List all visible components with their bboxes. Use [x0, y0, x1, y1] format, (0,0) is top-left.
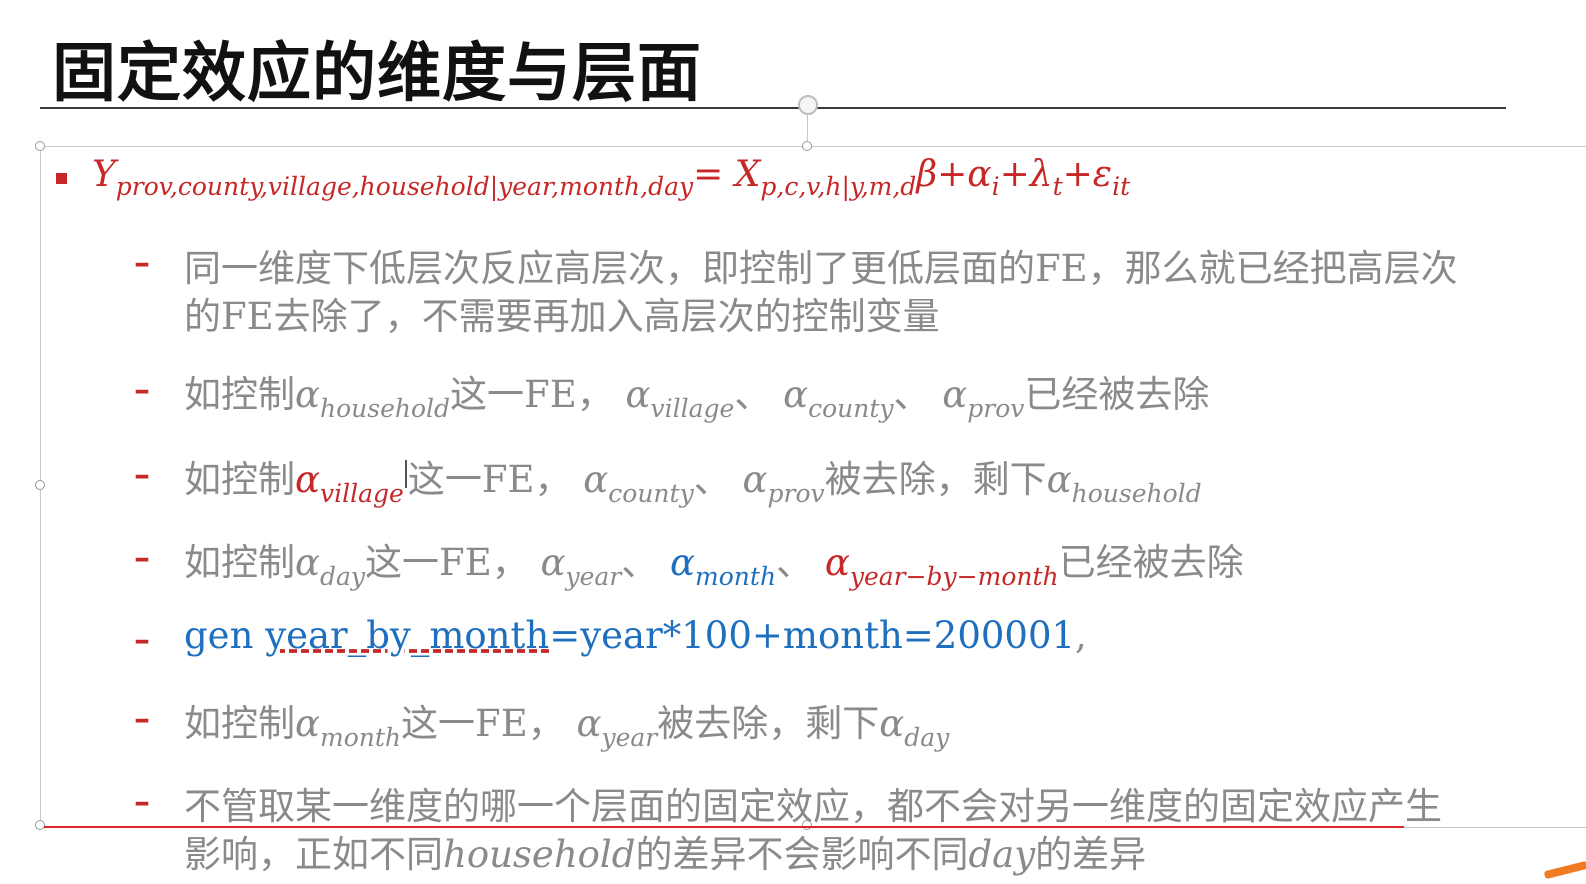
list-item-text: 的FE去除了，不需要再加入高层次的控制变量: [184, 295, 940, 338]
stata-code-line: gen year_by_month=year*100+month=200001,: [184, 614, 1087, 657]
bullet-square-icon: [56, 173, 67, 184]
list-item-text: 同一维度下低层次反应高层次，即控制了更低层面的FE，那么就已经把高层次: [184, 247, 1458, 290]
dash-bullet-icon: –: [134, 699, 150, 737]
list-item: 如控制αhousehold这一FE， αvillage、 αcounty、 αp…: [184, 373, 1210, 423]
dash-bullet-icon: –: [134, 370, 150, 408]
resize-handle-top-left[interactable]: [35, 141, 45, 151]
dash-bullet-icon: –: [134, 620, 150, 658]
pen-cursor-icon: [1543, 860, 1586, 880]
slide-title: 固定效应的维度与层面: [52, 37, 702, 111]
list-item: 影响，正如不同household的差异不会影响不同day的差异: [184, 833, 1147, 876]
resize-handle-bottom-left[interactable]: [35, 820, 45, 830]
model-formula: Yprov,county,village,household|year,mont…: [92, 154, 1131, 201]
text-cursor-icon: [404, 460, 407, 488]
dash-bullet-icon: –: [134, 782, 150, 820]
red-divider: [44, 826, 1404, 828]
list-item: 如控制αvillage 这一FE， αcounty、 αprov被去除，剩下αho…: [184, 458, 1202, 508]
dash-bullet-icon: –: [134, 455, 150, 493]
rotate-handle-icon[interactable]: [798, 95, 818, 115]
resize-handle-top-middle[interactable]: [802, 141, 812, 151]
list-item: 如控制αmonth这一FE， αyear被去除，剩下αday: [184, 702, 950, 752]
dash-bullet-icon: –: [134, 538, 150, 576]
resize-handle-middle-left[interactable]: [35, 480, 45, 490]
dash-bullet-icon: –: [134, 243, 150, 281]
list-item: 如控制αday这一FE， αyear、 αmonth、 αyear−by−mon…: [184, 541, 1244, 591]
title-divider: [40, 107, 1506, 109]
list-item-text: 不管取某一维度的哪一个层面的固定效应，都不会对另一维度的固定效应产生: [184, 785, 1442, 828]
